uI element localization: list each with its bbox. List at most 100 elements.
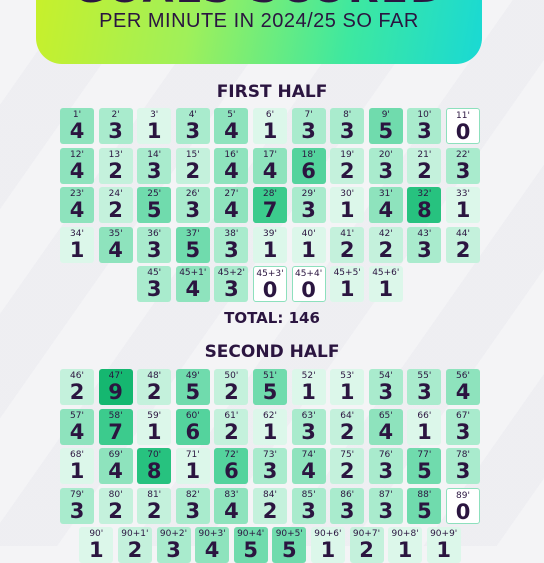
minute-cell: 61' 2	[214, 408, 249, 445]
minute-cell: 35' 4	[98, 226, 133, 263]
goal-count: 3	[301, 419, 316, 444]
minute-cell: 47' 9	[98, 369, 133, 405]
minute-cell: 90' 1	[79, 527, 114, 563]
goal-count: 8	[146, 459, 162, 483]
goal-count: 1	[146, 419, 162, 444]
minute-cell: 46' 2	[60, 369, 94, 405]
goal-count: 2	[455, 237, 471, 262]
goal-count: 4	[224, 198, 239, 222]
minute-cell: 1' 4	[60, 108, 94, 144]
goal-count: 1	[262, 419, 278, 444]
goal-count: 2	[224, 419, 239, 444]
goal-count: 4	[224, 119, 239, 143]
goal-count: 1	[339, 198, 355, 222]
minute-cell: 60' 6	[175, 408, 210, 445]
minute-cell: 17' 4	[253, 147, 287, 184]
goal-count: 5	[281, 538, 297, 562]
goal-count: 7	[108, 419, 123, 444]
minute-cell: 54' 3	[368, 369, 403, 405]
minute-cell: 69' 4	[98, 448, 133, 484]
goal-count: 5	[378, 119, 394, 143]
goal-count: 2	[146, 498, 162, 523]
minute-cell: 16' 4	[214, 147, 249, 184]
goal-count: 5	[146, 198, 162, 222]
minute-cell: 31' 4	[368, 187, 403, 223]
minute-cell: 49' 5	[175, 369, 210, 405]
goal-count: 1	[88, 538, 104, 562]
goal-count: 1	[417, 419, 432, 444]
goal-count: 3	[378, 459, 394, 483]
goal-count: 1	[436, 538, 451, 562]
minute-cell: 2' 3	[98, 108, 133, 144]
goal-count: 3	[378, 380, 394, 404]
goal-count: 3	[146, 237, 162, 262]
minute-cell: 3' 1	[137, 108, 172, 144]
minute-cell: 45+3' 0	[253, 266, 287, 302]
goal-count: 4	[378, 198, 394, 222]
goal-count: 3	[455, 459, 471, 483]
minute-cell: 80' 2	[98, 487, 133, 524]
goal-count: 2	[224, 380, 239, 404]
minute-cell: 68' 1	[60, 448, 94, 484]
minute-grid: 1' 4 2' 3 3' 1 4' 3 5' 4 6' 1 7' 3 8' 3 9' 5 10' 3 11' 0 12' 4 1…	[0, 0, 544, 563]
minute-cell: 88' 5	[407, 487, 442, 524]
goal-count: 3	[69, 498, 85, 523]
minute-cell: 76' 3	[368, 448, 403, 484]
minute-cell: 24' 2	[98, 187, 133, 223]
goal-count: 3	[378, 158, 394, 183]
minute-cell: 12' 4	[60, 147, 94, 184]
goal-count: 4	[108, 237, 123, 262]
goal-count: 3	[417, 237, 432, 262]
goal-count: 2	[69, 380, 85, 404]
goal-count: 1	[455, 198, 471, 222]
goal-count: 4	[262, 158, 278, 183]
goal-count: 3	[301, 119, 316, 143]
goal-count: 1	[146, 119, 162, 143]
minute-cell: 45+5' 1	[330, 266, 365, 302]
goal-count: 4	[69, 119, 85, 143]
minute-cell: 22' 3	[446, 147, 480, 184]
goal-count: 1	[262, 237, 278, 262]
minute-cell: 44' 2	[446, 226, 480, 263]
goal-count: 4	[204, 538, 220, 562]
first-half-total: TOTAL: 146	[224, 309, 320, 327]
minute-cell: 86' 3	[330, 487, 365, 524]
minute-cell: 79' 3	[60, 487, 94, 524]
goal-count: 2	[127, 538, 143, 562]
minute-cell: 38' 3	[214, 226, 249, 263]
goal-count: 3	[262, 459, 278, 483]
goal-count: 4	[301, 459, 316, 483]
minute-cell: 45+1' 4	[175, 266, 210, 302]
minute-cell: 82' 3	[175, 487, 210, 524]
goal-count: 1	[69, 459, 85, 483]
goal-count: 3	[166, 538, 181, 562]
minute-cell: 14' 3	[137, 147, 172, 184]
minute-cell: 87' 3	[368, 487, 403, 524]
minute-cell: 45+6' 1	[368, 266, 403, 302]
goal-count: 2	[378, 237, 394, 262]
goal-count: 5	[417, 459, 432, 483]
minute-cell: 41' 2	[330, 226, 365, 263]
goal-count: 2	[339, 158, 355, 183]
goal-count: 2	[108, 158, 123, 183]
goal-count: 3	[224, 277, 239, 301]
minute-cell: 90+1' 2	[117, 527, 152, 563]
goal-count: 4	[224, 498, 239, 523]
minute-cell: 39' 1	[253, 226, 287, 263]
goal-count: 2	[262, 498, 278, 523]
goal-count: 1	[262, 119, 278, 143]
minute-cell: 26' 3	[175, 187, 210, 223]
goal-count: 3	[378, 498, 394, 523]
minute-cell: 18' 6	[291, 147, 326, 184]
goal-count: 4	[185, 277, 201, 301]
minute-cell: 90+2' 3	[156, 527, 191, 563]
minute-cell: 48' 2	[137, 369, 172, 405]
minute-cell: 85' 3	[291, 487, 326, 524]
minute-cell: 33' 1	[446, 187, 480, 223]
minute-cell: 53' 1	[330, 369, 365, 405]
minute-cell: 57' 4	[60, 408, 94, 445]
goal-count: 0	[455, 120, 471, 144]
minute-cell: 58' 7	[98, 408, 133, 445]
minute-cell: 15' 2	[175, 147, 210, 184]
goal-count: 1	[69, 237, 85, 262]
